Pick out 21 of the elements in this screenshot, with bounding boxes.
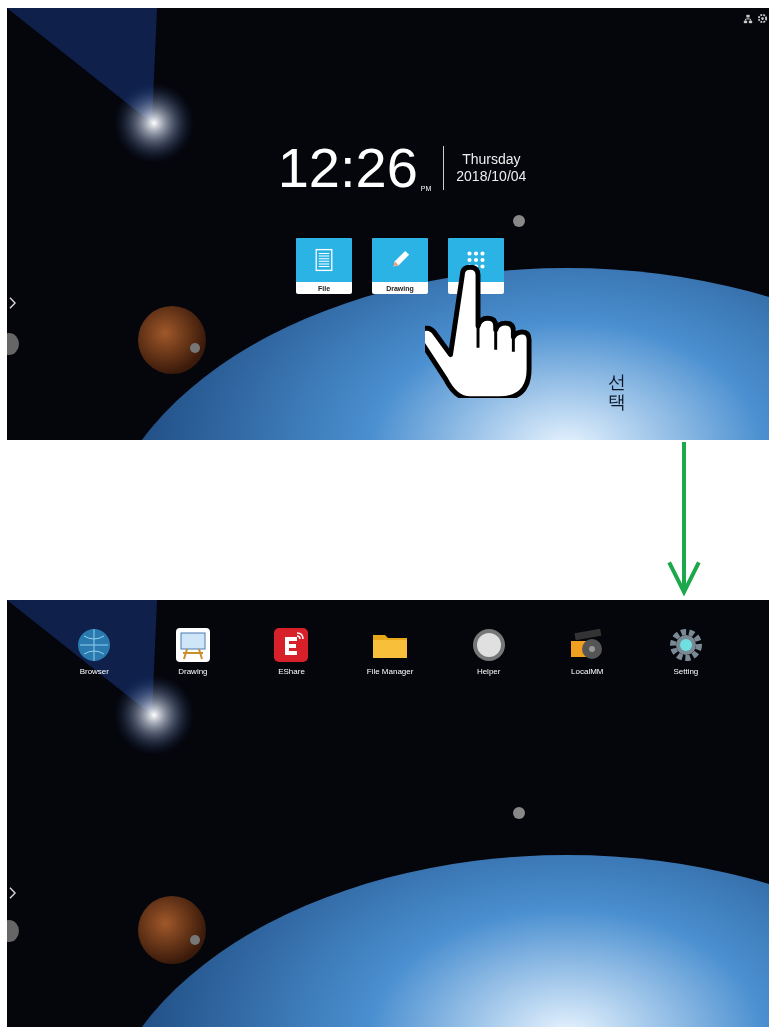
weekday-text: Thursday xyxy=(462,151,521,168)
gear-app[interactable]: Setting xyxy=(667,627,704,676)
film-app[interactable]: LocalMM xyxy=(569,627,606,676)
folder-app[interactable]: File Manager xyxy=(366,627,414,676)
chevron-right-icon[interactable] xyxy=(9,297,16,309)
helper-icon xyxy=(470,627,507,663)
eshare-app[interactable]: EShare xyxy=(273,627,310,676)
select-callout-text: 선택 xyxy=(608,372,626,412)
helper-app[interactable]: Helper xyxy=(470,627,507,676)
settings-icon[interactable] xyxy=(757,13,768,24)
easel-app[interactable]: Drawing xyxy=(174,627,211,676)
pointing-hand-icon xyxy=(425,265,533,398)
globe-app[interactable]: Browser xyxy=(76,627,113,676)
easel-icon xyxy=(174,627,211,663)
globe-icon xyxy=(76,627,113,663)
date-text: 2018/10/04 xyxy=(456,168,527,185)
eshare-icon xyxy=(273,627,310,663)
chevron-right-icon[interactable] xyxy=(9,887,16,899)
network-icon[interactable] xyxy=(743,14,753,24)
gear-icon xyxy=(667,627,704,663)
clock-time: 12:26 xyxy=(277,138,418,198)
